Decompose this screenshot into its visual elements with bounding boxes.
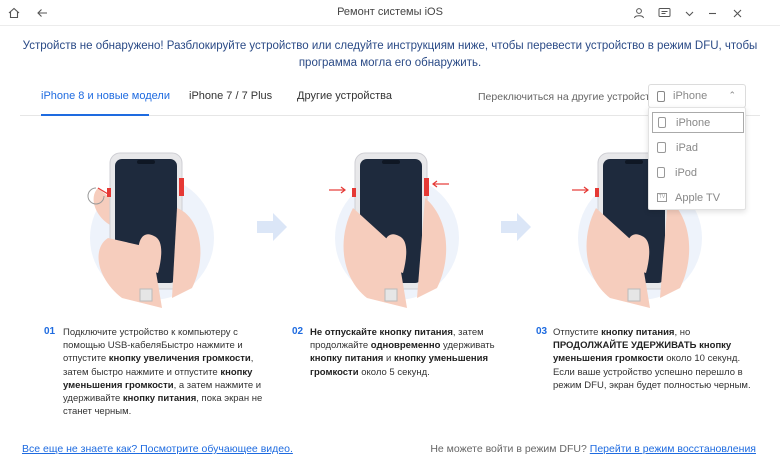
no-device-notice: Устройств не обнаружено! Разблокируйте у… <box>22 40 758 69</box>
step-3-text: Отпустите кнопку питания, но ПРОДОЛЖАЙТЕ… <box>553 327 751 391</box>
ipod-icon <box>657 167 665 178</box>
step-1-text: Подключите устройство к компьютеру с пом… <box>63 327 263 418</box>
device-select[interactable]: iPhone ⌃ <box>648 84 746 108</box>
arrow-right-icon <box>501 213 531 241</box>
step-3-number: 03 <box>536 326 548 337</box>
step-2-number: 02 <box>292 326 304 337</box>
tutorial-video-link[interactable]: Все еще не знаете как? Посмотрите обучаю… <box>22 443 293 455</box>
tab-iphone7[interactable]: iPhone 7 / 7 Plus <box>189 90 272 102</box>
recovery-mode-question: Не можете войти в режим DFU? <box>430 443 590 455</box>
device-option-ipod[interactable]: iPod <box>652 162 744 183</box>
phone-icon <box>657 90 665 102</box>
phone-icon <box>658 117 666 128</box>
tab-other-devices[interactable]: Другие устройства <box>297 90 392 102</box>
tab-iphone8-newer[interactable]: iPhone 8 и новые модели <box>41 90 170 102</box>
device-dropdown: iPhone iPad iPod TV Apple TV <box>648 107 746 210</box>
user-icon[interactable] <box>631 0 647 26</box>
device-select-value: iPhone <box>673 90 708 102</box>
device-option-apple-tv[interactable]: TV Apple TV <box>652 187 744 208</box>
tv-icon: TV <box>657 193 667 202</box>
chevron-down-icon: ⌃ <box>728 90 736 100</box>
tablet-icon <box>657 142 666 153</box>
recovery-mode-link[interactable]: Перейти в режим восстановления <box>590 443 756 455</box>
device-option-iphone[interactable]: iPhone <box>652 112 744 133</box>
step-2-text: Не отпускайте кнопку питания, затем прод… <box>310 327 495 378</box>
feedback-icon[interactable] <box>656 0 672 26</box>
device-switch-label: Переключиться на другие устройства: <box>478 91 665 103</box>
active-tab-indicator <box>41 114 149 116</box>
device-option-ipad[interactable]: iPad <box>652 137 744 158</box>
title-bar: Ремонт системы iOS <box>0 0 780 26</box>
arrow-right-icon <box>257 213 287 241</box>
chevron-down-icon[interactable] <box>681 0 697 26</box>
step-1-number: 01 <box>44 326 56 337</box>
close-icon[interactable] <box>729 0 745 26</box>
recovery-mode-prompt: Не можете войти в режим DFU? Перейти в р… <box>430 443 756 455</box>
step1-illustration <box>87 152 214 308</box>
step2-illustration <box>329 152 459 308</box>
minimize-icon[interactable] <box>704 0 720 26</box>
